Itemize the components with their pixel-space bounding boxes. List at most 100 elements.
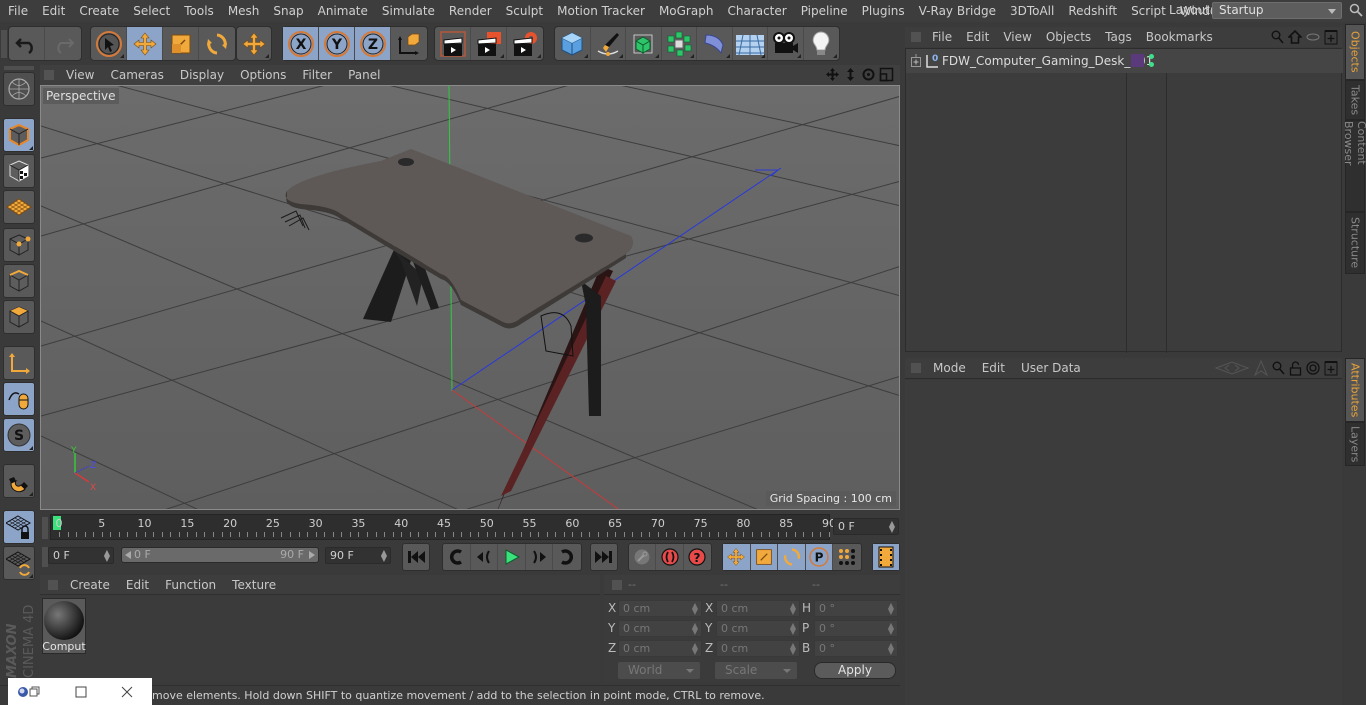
undo-button[interactable]: [9, 27, 45, 60]
material-menu-edit[interactable]: Edit: [118, 578, 157, 592]
polygons-mode-button[interactable]: [3, 300, 35, 334]
object-row[interactable]: 0 FDW_Computer_Gaming_Desk_001: [906, 49, 1343, 73]
snap-button[interactable]: [3, 464, 35, 498]
new-view-icon[interactable]: [1324, 360, 1338, 376]
menu-mesh[interactable]: Mesh: [221, 0, 267, 22]
viewport-menu-options[interactable]: Options: [232, 68, 294, 82]
solo-button[interactable]: S: [3, 418, 35, 452]
menu-3dtoall[interactable]: 3DToAll: [1003, 0, 1061, 22]
viewport-grip[interactable]: [44, 70, 54, 80]
tab-layers[interactable]: Layers: [1345, 422, 1365, 466]
tab-takes[interactable]: Takes: [1345, 80, 1365, 120]
menu-sculpt[interactable]: Sculpt: [499, 0, 550, 22]
recent-tool-button[interactable]: [237, 27, 271, 60]
pos-z-field[interactable]: 0 cm ▲ ▼: [618, 640, 702, 657]
material-swatch[interactable]: Comput: [42, 598, 86, 654]
deformer-button[interactable]: [697, 27, 733, 60]
goto-end-button[interactable]: [591, 544, 617, 570]
timeline-window-button[interactable]: [873, 544, 899, 570]
keyframe-selection-button[interactable]: ?: [684, 544, 711, 570]
size-x-field[interactable]: 0 cm ▲ ▼: [716, 600, 800, 617]
timeline-ruler[interactable]: 0 5 10 15 20 25 30 35 40 45 50 55 60 65 70 75 80 85 90: [50, 514, 836, 540]
maximize-icon[interactable]: [75, 686, 87, 698]
new-view-icon[interactable]: [1324, 29, 1338, 45]
goto-start-button[interactable]: [403, 544, 429, 570]
menu-tools[interactable]: Tools: [177, 0, 221, 22]
light-button[interactable]: [804, 27, 839, 60]
timeline-grip[interactable]: [42, 517, 48, 539]
tab-structure[interactable]: Structure: [1345, 212, 1365, 274]
redo-button[interactable]: [45, 27, 81, 60]
menu-create[interactable]: Create: [72, 0, 126, 22]
viewport-menu-filter[interactable]: Filter: [294, 68, 340, 82]
lock-workplane-button[interactable]: [3, 510, 35, 544]
start-frame-field[interactable]: 0 F ▲ ▼: [48, 547, 114, 564]
menu-edit[interactable]: Edit: [35, 0, 72, 22]
material-menu-texture[interactable]: Texture: [224, 578, 284, 592]
close-icon[interactable]: [121, 686, 133, 698]
floor-button[interactable]: [733, 27, 768, 60]
restore-icon[interactable]: [29, 686, 41, 698]
viewport-menu-view[interactable]: View: [58, 68, 102, 82]
cloner-button[interactable]: [662, 27, 697, 60]
menu-animate[interactable]: Animate: [311, 0, 375, 22]
menu-character[interactable]: Character: [720, 0, 793, 22]
object-menu-objects[interactable]: Objects: [1039, 30, 1098, 44]
material-menu-create[interactable]: Create: [62, 578, 118, 592]
viewport-menu-display[interactable]: Display: [172, 68, 232, 82]
frame-range-slider[interactable]: 0 F 90 F: [121, 547, 319, 563]
pen-button[interactable]: [591, 27, 626, 60]
subdivision-button[interactable]: [626, 27, 662, 60]
menu-redshift[interactable]: Redshift: [1061, 0, 1124, 22]
object-menu-bookmarks[interactable]: Bookmarks: [1139, 30, 1220, 44]
rot-h-field[interactable]: 0 ° ▲ ▼: [814, 600, 898, 617]
left-toolbar-grip[interactable]: [4, 66, 34, 70]
move-button[interactable]: [127, 27, 163, 60]
key-scale-button[interactable]: [750, 544, 779, 570]
range-right-arrow-icon[interactable]: [309, 551, 315, 559]
render-settings-button[interactable]: [507, 27, 543, 60]
menu-select[interactable]: Select: [126, 0, 177, 22]
texture-mode-button[interactable]: [3, 154, 35, 188]
render-view-button[interactable]: [435, 27, 471, 60]
prev-frame-button[interactable]: [471, 544, 499, 570]
up-icon[interactable]: [1254, 360, 1268, 376]
scale-button[interactable]: [163, 27, 199, 60]
menu-motion-tracker[interactable]: Motion Tracker: [550, 0, 652, 22]
menu-render[interactable]: Render: [442, 0, 499, 22]
axis-mode-button[interactable]: [3, 346, 35, 380]
tab-objects[interactable]: Objects: [1345, 24, 1365, 80]
size-y-field[interactable]: 0 cm ▲ ▼: [716, 620, 800, 637]
y-axis-lock-button[interactable]: Y: [319, 27, 355, 60]
current-frame-field[interactable]: 0 F ▲ ▼: [833, 518, 899, 535]
maximize-view-icon[interactable]: [879, 67, 894, 82]
pos-x-field[interactable]: 0 cm ▲ ▼: [618, 600, 702, 617]
viewport-menu-cameras[interactable]: Cameras: [102, 68, 171, 82]
menu-mograph[interactable]: MoGraph: [652, 0, 721, 22]
end-frame-field[interactable]: 90 F ▲ ▼: [325, 547, 391, 564]
key-position-button[interactable]: [723, 544, 751, 570]
toolbar-grip[interactable]: [1, 30, 7, 58]
coordinate-system-button[interactable]: [391, 27, 427, 60]
dolly-view-icon[interactable]: [843, 67, 858, 82]
menu-pipeline[interactable]: Pipeline: [794, 0, 855, 22]
menu-snap[interactable]: Snap: [266, 0, 310, 22]
play-button[interactable]: [498, 544, 526, 570]
menu-plugins[interactable]: Plugins: [855, 0, 912, 22]
material-menu-function[interactable]: Function: [157, 578, 224, 592]
rotate-button[interactable]: [199, 27, 235, 60]
apply-button[interactable]: Apply: [814, 662, 896, 679]
tweak-mode-button[interactable]: [3, 382, 35, 416]
make-editable-button[interactable]: [3, 72, 35, 106]
home-icon[interactable]: [1288, 30, 1302, 44]
object-menu-tags[interactable]: Tags: [1098, 30, 1139, 44]
menu-simulate[interactable]: Simulate: [375, 0, 442, 22]
menu-script[interactable]: Script: [1124, 0, 1173, 22]
z-axis-lock-button[interactable]: Z: [355, 27, 391, 60]
cube-button[interactable]: [555, 27, 591, 60]
key-pla-button[interactable]: [833, 544, 861, 570]
layout-select[interactable]: Startup: [1212, 2, 1342, 19]
workplane-align-button[interactable]: [3, 546, 35, 580]
object-menu-file[interactable]: File: [925, 30, 959, 44]
attribute-menu-user-data[interactable]: User Data: [1013, 361, 1089, 375]
